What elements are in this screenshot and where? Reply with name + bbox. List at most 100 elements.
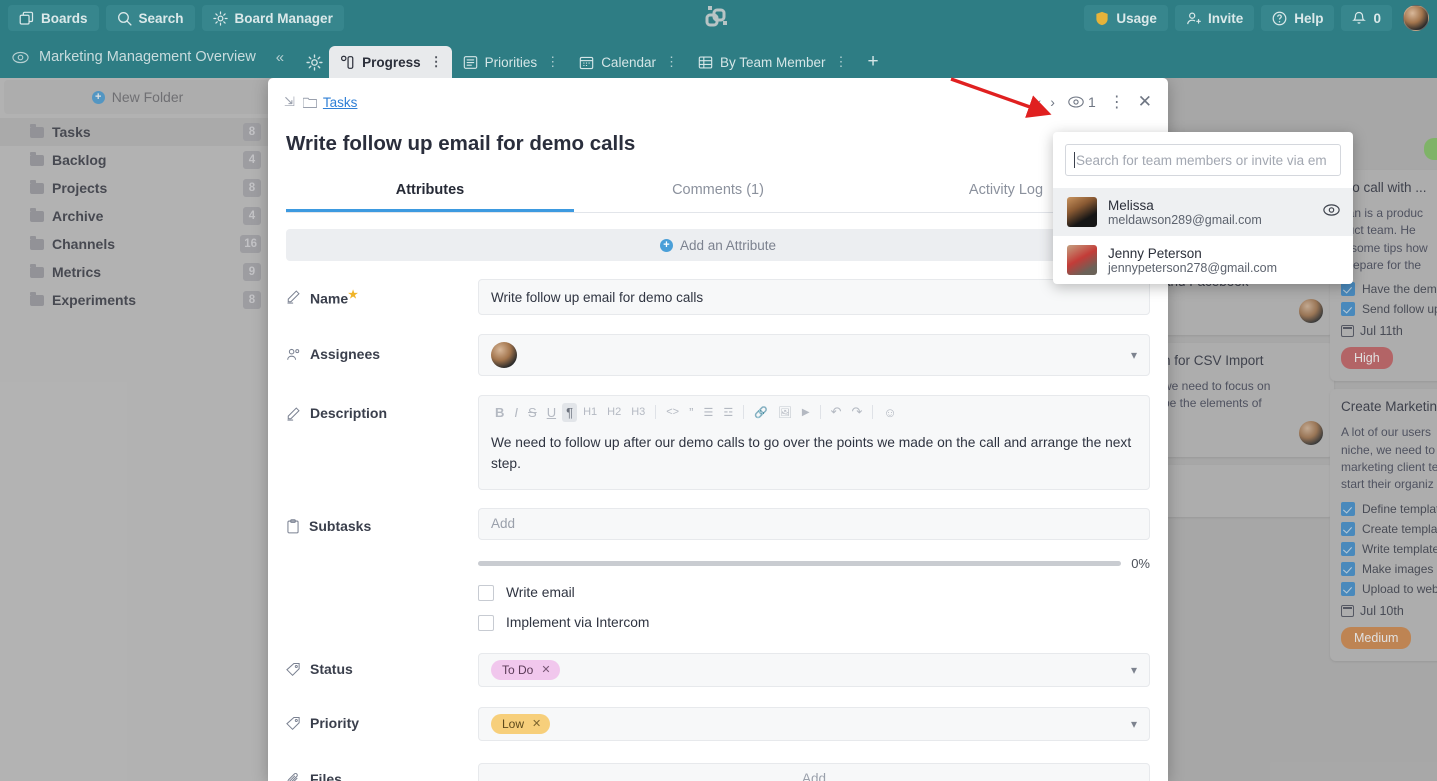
add-attribute-label: Add an Attribute	[679, 237, 777, 253]
description-editor[interactable]: B I S U ¶ H1 H2 H3 <> ” ☰ ☲ 🔗 🖼 ▶ ↶ ↷ ☺ …	[478, 395, 1150, 490]
files-add-placeholder: Add	[801, 771, 827, 781]
collapse-sidebar-button[interactable]: «	[266, 49, 293, 66]
tab-comments[interactable]: Comments (1)	[574, 172, 862, 212]
member-watch-eye-icon[interactable]	[1323, 203, 1340, 221]
tab-by-team-member[interactable]: By Team Member ⋮	[687, 46, 857, 78]
subtask-label: Implement via Intercom	[506, 615, 650, 631]
priority-select[interactable]: Low ✕ ▾	[478, 706, 1150, 741]
tab-progress-label: Progress	[362, 54, 421, 70]
collapse-arrows-icon[interactable]: ⇲	[284, 94, 295, 110]
tab-progress[interactable]: Progress ⋮	[329, 46, 452, 78]
emoji-icon[interactable]: ☺	[879, 403, 900, 422]
field-priority: Priority Low ✕ ▾	[268, 706, 1168, 741]
pencil-icon	[287, 407, 300, 421]
heading1-icon[interactable]: H1	[579, 404, 601, 420]
chevron-down-icon[interactable]: ▾	[1131, 717, 1137, 731]
underline-icon[interactable]: U	[543, 403, 560, 422]
help-button[interactable]: Help	[1261, 5, 1335, 31]
chevron-down-icon[interactable]: ▾	[1131, 348, 1137, 362]
field-description-label: Description	[286, 395, 478, 490]
list-icon	[463, 55, 477, 69]
tab-priorities-label: Priorities	[484, 54, 538, 70]
tab-menu-icon[interactable]: ⋮	[665, 54, 678, 70]
field-name-control: Write follow up email for demo calls	[478, 279, 1150, 315]
priority-tag-label: Low	[502, 716, 525, 731]
board-manager-button[interactable]: Board Manager	[201, 5, 344, 31]
user-avatar[interactable]	[1403, 5, 1429, 31]
boards-label: Boards	[41, 10, 88, 26]
quote-icon[interactable]: ”	[685, 403, 697, 422]
tab-menu-icon[interactable]: ⋮	[430, 54, 443, 70]
chevron-down-icon[interactable]: ▾	[1131, 663, 1137, 677]
add-view-button[interactable]: +	[857, 46, 890, 78]
member-email: jennypeterson278@gmail.com	[1108, 260, 1278, 275]
kanban-icon	[341, 55, 354, 69]
breadcrumb: Tasks	[302, 95, 358, 110]
more-options-icon[interactable]: ⋮	[1109, 92, 1125, 112]
subtask-item[interactable]: Write email	[478, 584, 1150, 601]
search-label: Search	[138, 10, 184, 26]
heading2-icon[interactable]: H2	[603, 404, 625, 420]
app-logo[interactable]	[705, 5, 733, 36]
breadcrumb-tasks-link[interactable]: Tasks	[323, 95, 358, 110]
usage-button[interactable]: Usage	[1084, 5, 1168, 31]
paragraph-icon[interactable]: ¶	[562, 402, 578, 422]
add-attribute-button[interactable]: + Add an Attribute	[286, 229, 1150, 261]
subtask-add-input[interactable]: Add	[478, 507, 1150, 540]
subtask-item[interactable]: Implement via Intercom	[478, 614, 1150, 631]
question-circle-icon	[1272, 11, 1287, 25]
prev-task-button[interactable]: ‹ ›	[1037, 94, 1055, 110]
remove-tag-icon[interactable]: ✕	[532, 717, 541, 730]
bold-icon[interactable]: B	[491, 403, 508, 422]
required-icon: ★	[348, 289, 359, 301]
member-option-melissa[interactable]: Melissa meldawson289@gmail.com	[1053, 188, 1353, 236]
priority-tag: Low ✕	[491, 713, 551, 734]
name-input[interactable]: Write follow up email for demo calls	[478, 279, 1150, 315]
code-icon[interactable]: <>	[662, 404, 683, 420]
video-icon[interactable]: ▶	[798, 405, 814, 420]
tab-menu-icon[interactable]: ⋮	[546, 54, 559, 70]
field-name-text: Name	[310, 290, 349, 307]
status-select[interactable]: To Do ✕ ▾	[478, 652, 1150, 687]
remove-tag-icon[interactable]: ✕	[541, 663, 550, 676]
checkbox-icon[interactable]	[478, 614, 494, 631]
member-option-jenny-peterson[interactable]: Jenny Peterson jennypeterson278@gmail.co…	[1053, 236, 1353, 284]
tab-calendar[interactable]: Calendar ⋮	[568, 46, 687, 78]
eye-icon[interactable]	[12, 51, 29, 64]
files-add-input[interactable]: Add	[478, 762, 1150, 781]
image-icon[interactable]: 🖼	[774, 404, 796, 421]
view-settings-button[interactable]	[299, 46, 329, 78]
gear-icon	[306, 53, 323, 71]
undo-icon[interactable]: ↶	[827, 402, 846, 422]
tab-attributes[interactable]: Attributes	[286, 172, 574, 212]
notifications-button[interactable]: 0	[1341, 5, 1392, 31]
boards-button[interactable]: Boards	[8, 5, 99, 31]
search-icon	[117, 11, 132, 26]
checkbox-icon[interactable]	[478, 584, 494, 601]
description-text[interactable]: We need to follow up after our demo call…	[479, 426, 1149, 489]
subtask-progress: 0%	[478, 556, 1150, 571]
people-icon	[287, 348, 300, 360]
field-status: Status To Do ✕ ▾	[268, 652, 1168, 687]
field-status-control: To Do ✕ ▾	[478, 652, 1150, 687]
tab-menu-icon[interactable]: ⋮	[835, 54, 848, 70]
member-search-input[interactable]: Search for team members or invite via em	[1065, 144, 1341, 176]
bullet-list-icon[interactable]: ☰	[699, 404, 717, 421]
italic-icon[interactable]: I	[510, 403, 522, 422]
close-icon[interactable]: ✕	[1138, 92, 1152, 112]
strikethrough-icon[interactable]: S	[524, 403, 541, 422]
clipboard-icon	[287, 518, 299, 534]
invite-button[interactable]: Invite	[1174, 5, 1255, 31]
watchers-eye-button[interactable]: 1	[1068, 94, 1096, 110]
assignees-select[interactable]: ▾	[478, 334, 1150, 376]
field-assignees-control: ▾	[478, 334, 1150, 376]
name-input-value: Write follow up email for demo calls	[491, 289, 704, 305]
heading3-icon[interactable]: H3	[627, 404, 649, 420]
tab-priorities[interactable]: Priorities ⋮	[452, 46, 569, 78]
link-icon[interactable]: 🔗	[750, 404, 772, 421]
tab-by-team-member-label: By Team Member	[719, 54, 826, 70]
redo-icon[interactable]: ↷	[847, 402, 866, 422]
subtask-add-placeholder: Add	[491, 516, 516, 532]
numbered-list-icon[interactable]: ☲	[719, 404, 737, 421]
search-button[interactable]: Search	[105, 5, 195, 31]
